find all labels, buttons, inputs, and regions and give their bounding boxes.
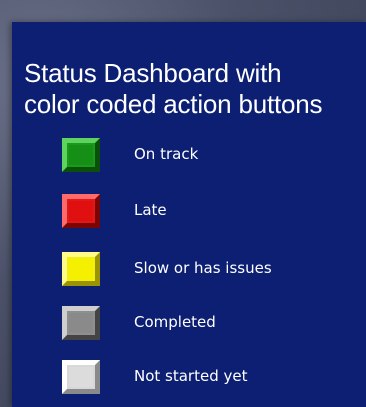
legend-item-late: Late — [62, 194, 362, 234]
title-line-1: Status Dashboard with — [24, 58, 282, 88]
legend-label-late: Late — [134, 201, 167, 219]
title-line-2: color coded action buttons — [24, 89, 323, 119]
legend-item-on-track: On track — [62, 138, 362, 178]
panel-title: Status Dashboard with color coded action… — [24, 58, 364, 120]
legend-label-completed: Completed — [134, 313, 216, 331]
legend-label-slow: Slow or has issues — [134, 259, 272, 277]
yellow-status-button[interactable] — [62, 252, 100, 286]
legend-item-not-started: Not started yet — [62, 360, 362, 400]
legend-item-slow: Slow or has issues — [62, 252, 362, 292]
legend-label-not-started: Not started yet — [134, 367, 248, 385]
green-status-button[interactable] — [62, 138, 100, 172]
red-status-button[interactable] — [62, 194, 100, 228]
dashboard-panel: Status Dashboard with color coded action… — [12, 22, 366, 407]
legend-label-on-track: On track — [134, 145, 199, 163]
gray-status-button[interactable] — [62, 306, 100, 340]
white-status-button[interactable] — [62, 360, 100, 394]
legend-item-completed: Completed — [62, 306, 362, 346]
